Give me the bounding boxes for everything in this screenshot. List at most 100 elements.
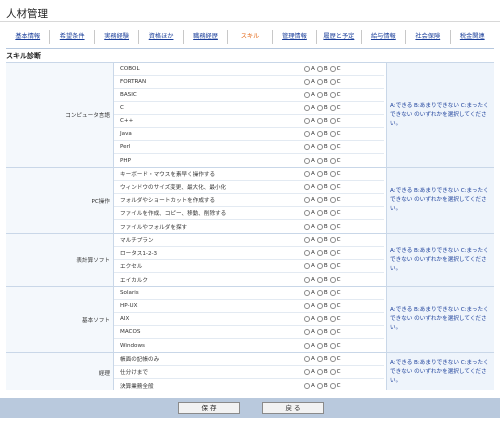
radio-circle-icon[interactable] [304,197,310,203]
radio-circle-icon[interactable] [316,316,323,322]
rating-radio-b[interactable]: B [316,250,328,256]
radio-circle-icon[interactable] [329,171,336,177]
radio-circle-icon[interactable] [329,369,336,375]
radio-circle-icon[interactable] [316,382,323,389]
radio-circle-icon[interactable] [304,250,310,256]
rating-radio-c[interactable]: C [329,290,341,296]
radio-circle-icon[interactable] [316,223,323,230]
radio-circle-icon[interactable] [304,263,310,269]
rating-radio-b[interactable]: B [316,316,328,322]
radio-circle-icon[interactable] [329,342,336,349]
radio-circle-icon[interactable] [316,210,323,216]
radio-circle-icon[interactable] [316,118,323,124]
rating-radio-c[interactable]: C [329,223,341,230]
rating-radio-a[interactable]: A [304,316,315,322]
rating-radio-b[interactable]: B [316,290,328,296]
radio-circle-icon[interactable] [304,66,310,72]
rating-radio-c[interactable]: C [329,157,341,164]
radio-circle-icon[interactable] [304,184,310,190]
radio-circle-icon[interactable] [316,197,323,203]
rating-radio-a[interactable]: A [304,237,315,243]
tab-skills[interactable]: スキル [228,30,273,44]
rating-radio-b[interactable]: B [316,157,328,164]
radio-circle-icon[interactable] [316,66,323,72]
tab-history-schedule[interactable]: 履歴と予定 [317,30,362,44]
rating-radio-a[interactable]: A [304,210,315,216]
rating-radio-b[interactable]: B [316,356,328,362]
rating-radio-a[interactable]: A [304,171,315,177]
radio-circle-icon[interactable] [304,131,310,137]
radio-circle-icon[interactable] [329,105,336,111]
radio-circle-icon[interactable] [316,329,323,335]
radio-circle-icon[interactable] [304,290,310,296]
rating-radio-a[interactable]: A [304,105,315,111]
rating-radio-b[interactable]: B [316,184,328,190]
radio-circle-icon[interactable] [329,237,336,243]
rating-radio-c[interactable]: C [329,237,341,243]
radio-circle-icon[interactable] [316,144,323,150]
radio-circle-icon[interactable] [304,144,310,150]
radio-circle-icon[interactable] [329,184,336,190]
rating-radio-c[interactable]: C [329,210,341,216]
rating-radio-c[interactable]: C [329,329,341,335]
rating-radio-a[interactable]: A [304,276,315,283]
tab-tax[interactable]: 税金関連 [451,30,494,44]
radio-circle-icon[interactable] [316,184,323,190]
rating-radio-c[interactable]: C [329,79,341,85]
rating-radio-c[interactable]: C [329,171,341,177]
rating-radio-b[interactable]: B [316,131,328,137]
radio-circle-icon[interactable] [304,382,310,389]
rating-radio-b[interactable]: B [316,66,328,72]
radio-circle-icon[interactable] [329,66,336,72]
rating-radio-b[interactable]: B [316,382,328,389]
rating-radio-b[interactable]: B [316,237,328,243]
rating-radio-b[interactable]: B [316,171,328,177]
tab-work-experience[interactable]: 実務経験 [95,30,140,44]
rating-radio-a[interactable]: A [304,223,315,230]
radio-circle-icon[interactable] [329,356,336,362]
rating-radio-c[interactable]: C [329,369,341,375]
radio-circle-icon[interactable] [304,237,310,243]
rating-radio-a[interactable]: A [304,382,315,389]
rating-radio-b[interactable]: B [316,210,328,216]
rating-radio-b[interactable]: B [316,342,328,349]
rating-radio-c[interactable]: C [329,197,341,203]
rating-radio-a[interactable]: A [304,197,315,203]
radio-circle-icon[interactable] [316,263,323,269]
rating-radio-a[interactable]: A [304,157,315,164]
radio-circle-icon[interactable] [316,369,323,375]
rating-radio-b[interactable]: B [316,303,328,309]
radio-circle-icon[interactable] [304,79,310,85]
radio-circle-icon[interactable] [304,223,310,230]
radio-circle-icon[interactable] [316,237,323,243]
tab-basic-info[interactable]: 基本情報 [6,30,51,44]
rating-radio-b[interactable]: B [316,197,328,203]
rating-radio-b[interactable]: B [316,369,328,375]
rating-radio-a[interactable]: A [304,290,315,296]
rating-radio-c[interactable]: C [329,118,341,124]
radio-circle-icon[interactable] [329,276,336,283]
rating-radio-a[interactable]: A [304,303,315,309]
rating-radio-a[interactable]: A [304,329,315,335]
radio-circle-icon[interactable] [329,157,336,164]
rating-radio-c[interactable]: C [329,263,341,269]
rating-radio-c[interactable]: C [329,316,341,322]
radio-circle-icon[interactable] [329,223,336,230]
rating-radio-b[interactable]: B [316,144,328,150]
rating-radio-a[interactable]: A [304,250,315,256]
rating-radio-a[interactable]: A [304,131,315,137]
rating-radio-a[interactable]: A [304,184,315,190]
rating-radio-c[interactable]: C [329,184,341,190]
save-button[interactable]: 保 存 [178,402,240,414]
radio-circle-icon[interactable] [316,342,323,349]
tab-desired-conditions[interactable]: 希望条件 [50,30,95,44]
radio-circle-icon[interactable] [316,92,323,98]
rating-radio-b[interactable]: B [316,263,328,269]
rating-radio-a[interactable]: A [304,79,315,85]
back-button[interactable]: 戻 る [262,402,324,414]
radio-circle-icon[interactable] [316,250,323,256]
rating-radio-c[interactable]: C [329,276,341,283]
rating-radio-a[interactable]: A [304,356,315,362]
rating-radio-a[interactable]: A [304,263,315,269]
radio-circle-icon[interactable] [329,290,336,296]
